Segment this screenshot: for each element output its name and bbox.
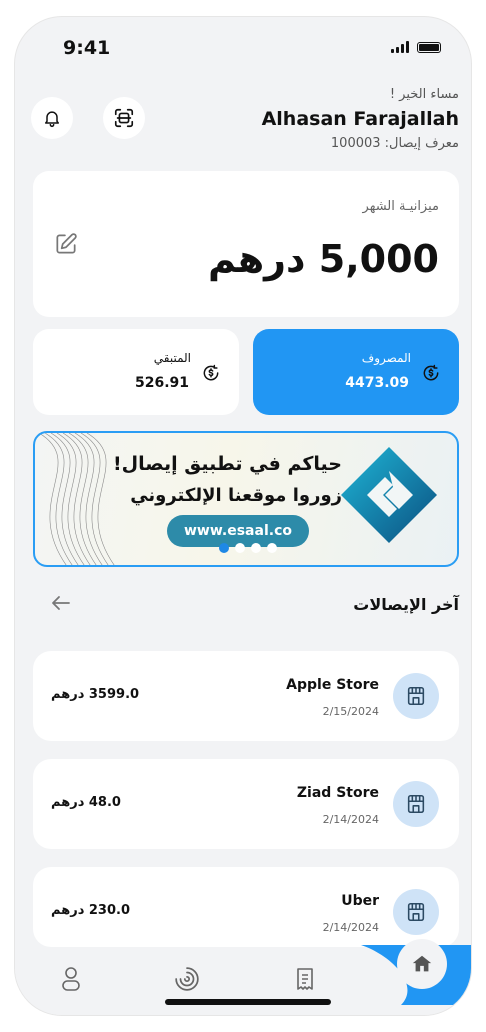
home-indicator [165, 999, 331, 1005]
home-icon [412, 955, 432, 972]
receipt-date: 2/15/2024 [322, 705, 379, 718]
receipt-store-name: Apple Store [286, 677, 379, 693]
store-icon [407, 686, 425, 706]
remaining-label: المتبقي [153, 351, 191, 365]
banner-headline: حياكم في تطبيق إيصال! [113, 453, 342, 475]
esaal-logo-icon [341, 447, 437, 543]
nav-profile-button[interactable] [55, 963, 87, 995]
user-name: Alhasan Farajallah [261, 108, 459, 130]
promo-banner[interactable]: حياكم في تطبيق إيصال! زوروا موقعنا الإلك… [33, 431, 459, 567]
receipt-card[interactable]: Ziad Store 2/14/2024 48.0 درهم [33, 759, 459, 849]
budget-amount: 5,000 درهم [208, 237, 439, 281]
store-icon-badge [393, 781, 439, 827]
receipt-id: معرف إيصال: 100003 [330, 136, 459, 151]
carousel-dot[interactable] [219, 543, 229, 553]
greeting-text: مساء الخير ! [389, 87, 459, 102]
view-all-button[interactable] [49, 591, 73, 619]
edit-icon [56, 233, 77, 254]
carousel-dot[interactable] [251, 543, 261, 553]
status-time: 9:41 [63, 37, 111, 59]
carousel-dots [219, 543, 277, 553]
carousel-dot[interactable] [235, 543, 245, 553]
budget-card: ميزانيـة الشهر 5,000 درهم [33, 171, 459, 317]
bell-icon [45, 111, 59, 128]
receipt-amount: 3599.0 درهم [51, 687, 140, 702]
receipt-date: 2/14/2024 [322, 813, 379, 826]
spent-label: المصروف [361, 351, 411, 365]
banner-subline: زوروا موقعنا الإلكتروني [130, 485, 342, 506]
edit-budget-button[interactable] [51, 229, 81, 259]
greeting-block: مساء الخير ! Alhasan Farajallah معرف إيص… [262, 87, 459, 151]
receipt-icon [297, 968, 313, 990]
scan-icon [114, 108, 134, 128]
receipt-amount: 230.0 درهم [51, 903, 131, 918]
spent-card: المصروف 4473.09 [253, 329, 459, 415]
signal-icon [391, 41, 409, 53]
dollar-cycle-icon [203, 364, 219, 381]
recent-receipts-title: آخر الإيصالات [353, 595, 459, 614]
carousel-dot[interactable] [267, 543, 277, 553]
nav-home-button[interactable] [397, 939, 447, 989]
receipt-date: 2/14/2024 [322, 921, 379, 934]
battery-icon [417, 41, 441, 53]
profile-icon [62, 967, 80, 991]
wave-lines-decoration [38, 433, 115, 565]
receipt-store-name: Uber [341, 893, 379, 909]
scan-button[interactable] [103, 97, 145, 139]
receipt-card[interactable]: Uber 2/14/2024 230.0 درهم [33, 867, 459, 947]
phone-screen: 9:41 مساء الخير ! Alhasan Farajallah معر… [14, 16, 472, 1016]
store-icon-badge [393, 889, 439, 935]
remaining-card: المتبقي 526.91 [33, 329, 239, 415]
store-icon [407, 902, 425, 922]
store-icon-badge [393, 673, 439, 719]
dollar-cycle-icon [423, 364, 439, 381]
chart-ring-icon [175, 967, 199, 991]
spent-value: 4473.09 [345, 375, 409, 391]
status-icons [391, 41, 441, 53]
back-arrow-icon [52, 596, 70, 610]
receipt-amount: 48.0 درهم [51, 795, 121, 810]
budget-label: ميزانيـة الشهر [362, 199, 439, 214]
store-icon [407, 794, 425, 814]
receipt-store-name: Ziad Store [296, 785, 379, 801]
nav-stats-button[interactable] [171, 963, 203, 995]
remaining-value: 526.91 [134, 375, 189, 391]
notifications-button[interactable] [31, 97, 73, 139]
nav-receipts-button[interactable] [289, 963, 321, 995]
receipt-card[interactable]: Apple Store 2/15/2024 3599.0 درهم [33, 651, 459, 741]
